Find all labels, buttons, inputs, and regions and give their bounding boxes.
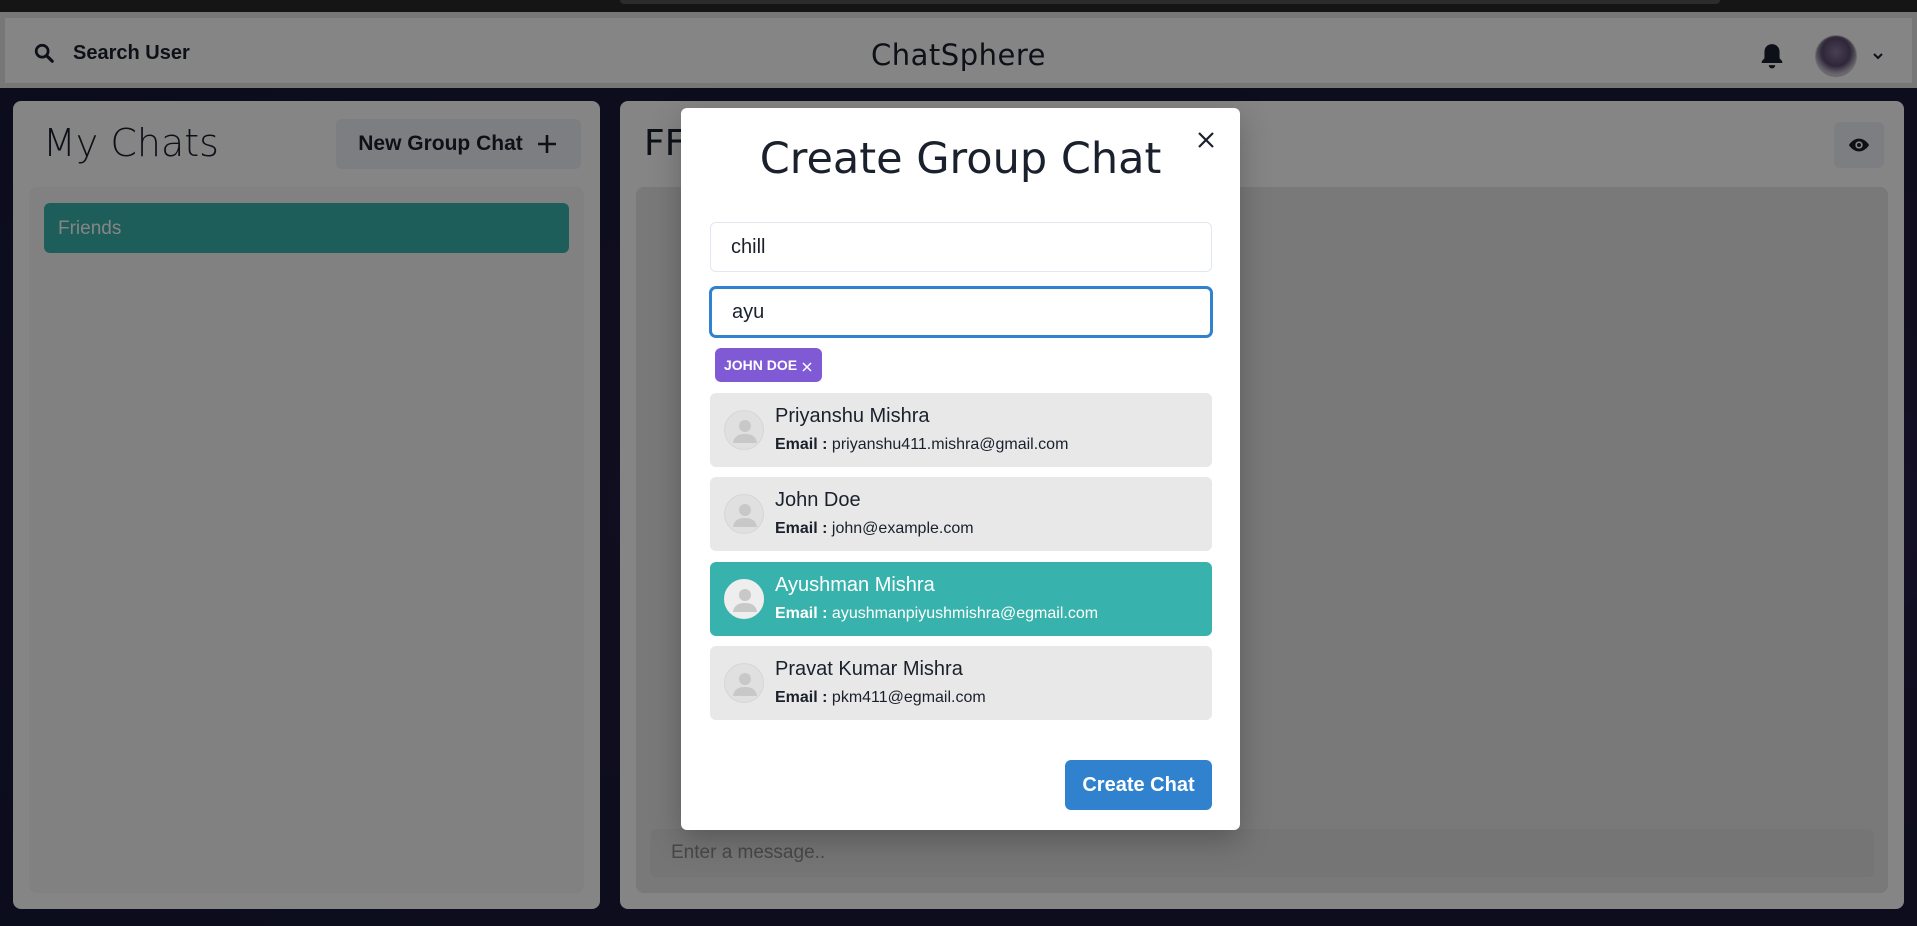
chat-name-field[interactable] [710,222,1212,272]
selected-user-label: JOHN DOE [724,357,798,373]
email-value: ayushmanpiyushmishra@egmail.com [831,605,1099,622]
close-icon[interactable] [801,361,813,373]
email-label: Email : [775,520,828,537]
add-users-search-input[interactable] [710,287,1212,337]
email-value: priyanshu411.mishra@gmail.com [831,436,1069,453]
user-email: Email : pkm411@egmail.com [775,689,986,707]
email-value: pkm411@egmail.com [831,689,986,706]
email-label: Email : [775,436,828,453]
user-avatar-icon [724,663,764,703]
user-avatar-icon [724,579,764,619]
create-chat-button[interactable]: Create Chat [1065,760,1212,810]
user-list-item[interactable]: John Doe Email : john@example.com [710,477,1212,551]
close-icon [1198,132,1214,148]
selected-user-badge[interactable]: JOHN DOE [715,348,823,382]
user-name: John Doe [775,489,861,511]
user-email: Email : priyanshu411.mishra@gmail.com [775,436,1068,454]
user-name: Pravat Kumar Mishra [775,658,963,680]
email-label: Email : [775,605,828,622]
user-name: Ayushman Mishra [775,574,935,596]
close-button[interactable] [1192,126,1220,154]
email-label: Email : [775,689,828,706]
user-list-item-highlighted[interactable]: Ayushman Mishra Email : ayushmanpiyushmi… [710,562,1212,636]
user-list-item[interactable]: Pravat Kumar Mishra Email : pkm411@egmai… [710,646,1212,720]
create-group-chat-modal: Create Group Chat JOHN DOE Priyanshu Mis… [681,108,1240,830]
user-name: Priyanshu Mishra [775,405,930,427]
email-value: john@example.com [831,520,974,537]
user-avatar-icon [724,410,764,450]
user-list-item[interactable]: Priyanshu Mishra Email : priyanshu411.mi… [710,393,1212,467]
user-email: Email : john@example.com [775,520,974,538]
user-avatar-icon [724,494,764,534]
user-email: Email : ayushmanpiyushmishra@egmail.com [775,605,1098,623]
modal-title: Create Group Chat [759,134,1162,184]
